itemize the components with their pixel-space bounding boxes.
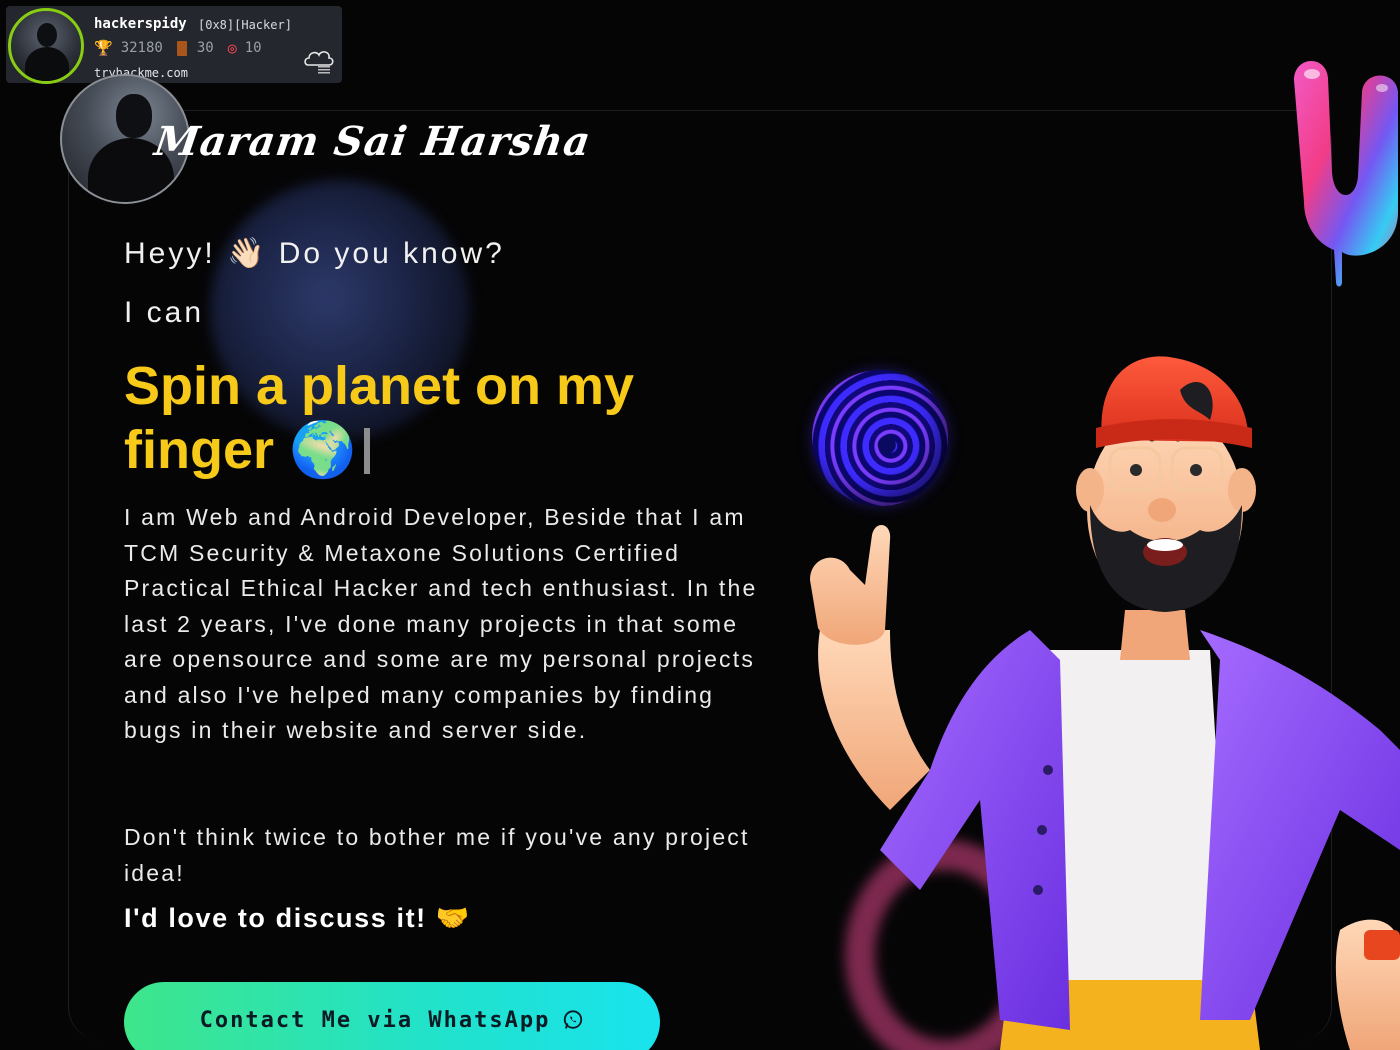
greeting-text: Heyy! 👋🏻 Do you know? — [124, 237, 505, 270]
signature-logo[interactable]: Maram Sai Harsha — [152, 118, 594, 165]
thm-avatar — [8, 8, 84, 84]
target-icon: ◎ — [227, 39, 237, 57]
door-icon — [176, 40, 187, 56]
trophy-icon: 🏆 — [94, 39, 113, 57]
cloud-icon — [304, 51, 334, 74]
typing-headline: Spin a planet on my finger 🌍 — [124, 354, 744, 482]
contact-button-label: Contact Me via WhatsApp — [199, 1008, 551, 1033]
discuss-text: I'd love to discuss it! 🤝 — [124, 903, 472, 933]
whatsapp-icon — [564, 1010, 583, 1029]
spinning-planet-orb — [812, 370, 948, 506]
portfolio-page: hackerspidy [0x8][Hacker] 🏆 32180 30 ◎ 1… — [0, 0, 1400, 1050]
thm-rank: [0x8][Hacker] — [198, 18, 292, 32]
bio-paragraph: I am Web and Android Developer, Beside t… — [124, 504, 758, 743]
contact-whatsapp-button[interactable]: Contact Me via WhatsApp — [124, 982, 660, 1050]
tryhackme-badge[interactable]: hackerspidy [0x8][Hacker] 🏆 32180 30 ◎ 1… — [6, 6, 342, 84]
thm-points: 32180 — [120, 40, 163, 56]
drip-letter-decoration — [1294, 60, 1398, 287]
thm-username: hackerspidy — [94, 16, 187, 32]
headline-text: Spin a planet on my finger 🌍 — [124, 356, 635, 480]
invite-paragraph: Don't think twice to bother me if you've… — [124, 824, 750, 886]
typing-cursor — [364, 428, 371, 474]
lead-text: I can — [124, 296, 205, 329]
thm-badges: 10 — [244, 40, 262, 56]
thm-rooms: 30 — [196, 40, 214, 56]
thm-stats: 🏆 32180 30 ◎ 10 — [94, 39, 276, 57]
